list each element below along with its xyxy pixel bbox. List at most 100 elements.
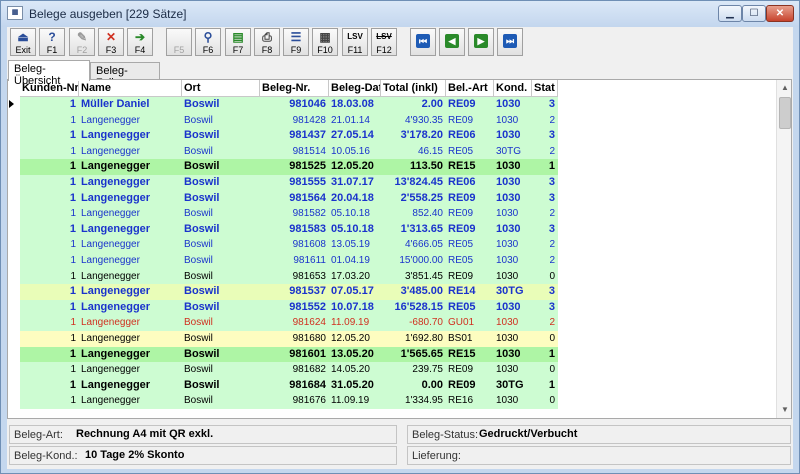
cell-bel-art: RE14: [448, 285, 476, 298]
cell-kunden-nr: 1: [70, 364, 76, 376]
toolbar-button-f6[interactable]: ⚲ F6: [195, 28, 221, 56]
table-row[interactable]: 1 Langenegger Boswil 981682 14.05.20 239.75 RE…: [8, 362, 568, 378]
table-row[interactable]: 1 Langenegger Boswil 981525 12.05.20 113.50 RE…: [8, 159, 568, 175]
table-row[interactable]: 1 Langenegger Boswil 981583 05.10.18 1'313.65…: [8, 221, 568, 238]
toolbar-button-f4[interactable]: ➔ F4: [127, 28, 153, 56]
scroll-up-icon[interactable]: ▲: [777, 80, 791, 96]
cell-total-inkl-: 2'558.25: [400, 191, 443, 204]
cell-kunden-nr: 1: [70, 208, 76, 220]
cell-beleg-datum: 12.05.20: [331, 160, 374, 173]
minimize-button[interactable]: ▁: [718, 5, 742, 22]
cell-bel-art: RE15: [448, 347, 476, 360]
toolbar-button-label: F12: [376, 45, 392, 55]
tab-beleg-zeilen[interactable]: Beleg-Zeilen: [90, 62, 160, 89]
cell-ort: Boswil: [184, 129, 220, 142]
cell-beleg-nr-: 981514: [292, 145, 326, 157]
close-button[interactable]: ✕: [766, 5, 794, 22]
cell-beleg-nr-: 981608: [292, 239, 326, 251]
previous-record-button[interactable]: ◀: [439, 28, 465, 56]
app-icon[interactable]: ▦: [7, 6, 23, 20]
column-header-2[interactable]: Ort: [182, 80, 260, 97]
column-header-5[interactable]: Total (inkl): [381, 80, 446, 97]
cell-name: Langenegger: [81, 364, 140, 376]
toolbar-button-label: F2: [76, 45, 88, 55]
cell-kunden-nr: 1: [69, 129, 76, 142]
cell-total-inkl-: 1'313.65: [400, 222, 443, 235]
toolbar-button-f2[interactable]: ✎ F2: [69, 28, 95, 56]
table-row[interactable]: 1 Langenegger Boswil 981653 17.03.20 3'851.45…: [8, 268, 568, 285]
cell-total-inkl-: 4'666.05: [404, 239, 443, 251]
next-record-button[interactable]: ▶: [468, 28, 494, 56]
cell-name: Langenegger: [81, 270, 140, 282]
table-row[interactable]: 1 Langenegger Boswil 981555 31.07.17 13'824.4…: [8, 175, 568, 191]
cell-name: Langenegger: [81, 239, 140, 251]
cell-bel-art: RE16: [448, 395, 474, 407]
cell-total-inkl-: 3'485.00: [400, 285, 443, 298]
cell-kond-: 30TG: [496, 285, 524, 298]
scroll-down-icon[interactable]: ▼: [777, 402, 791, 418]
toolbar-button-exit[interactable]: ⏏ Exit: [10, 28, 36, 56]
cell-name: Langenegger: [81, 114, 140, 126]
table-row[interactable]: 1 Langenegger Boswil 981537 07.05.17 3'485.00…: [8, 284, 568, 300]
toolbar-button-f11[interactable]: LSV F11: [342, 28, 368, 56]
table-row[interactable]: 1 Langenegger Boswil 981437 27.05.14 3'178.20…: [8, 128, 568, 144]
beleg-grid[interactable]: Kunden-NrNameOrtBeleg-Nr.Beleg-DatumTota…: [7, 79, 792, 419]
toolbar-button-f7[interactable]: ▤ F7: [225, 28, 251, 56]
blank-icon: [167, 29, 191, 45]
tab-beleg-uebersicht[interactable]: Beleg-Übersicht: [8, 60, 90, 87]
cell-name: Langenegger: [81, 378, 151, 391]
table-row[interactable]: 1 Langenegger Boswil 981564 20.04.18 2'558.25…: [8, 190, 568, 207]
table-row[interactable]: 1 Langenegger Boswil 981624 11.09.19 -680.70 G…: [8, 315, 568, 331]
cell-kunden-nr: 1: [70, 239, 76, 251]
toolbar-button-f1[interactable]: ? F1: [39, 28, 65, 56]
previous-icon: ◀: [445, 34, 459, 48]
column-header-1[interactable]: Name: [79, 80, 182, 97]
title-bar[interactable]: ▦ Belege ausgeben [229 Sätze] ▁ ☐ ✕: [1, 1, 799, 27]
table-row[interactable]: 1 Langenegger Boswil 981676 11.09.19 1'334.95…: [8, 393, 568, 409]
toolbar-button-f10[interactable]: ▦ F10: [312, 28, 338, 56]
table-row[interactable]: 1 Langenegger Boswil 981611 01.04.19 15'000.0…: [8, 253, 568, 269]
toolbar-button-f3[interactable]: ✕ F3: [98, 28, 124, 56]
last-record-button[interactable]: ⏭: [497, 28, 523, 56]
cell-kond-: 1030: [496, 176, 521, 188]
table-row[interactable]: 1 Müller Daniel Boswil 981046 18.03.08 2.00 RE…: [8, 97, 568, 113]
cell-beleg-datum: 14.05.20: [331, 364, 370, 376]
column-header-3[interactable]: Beleg-Nr.: [260, 80, 329, 97]
table-row[interactable]: 1 Langenegger Boswil 981680 12.05.20 1'692.80…: [8, 331, 568, 347]
column-header-6[interactable]: Bel.-Art: [446, 80, 494, 97]
cell-bel-art: GU01: [448, 317, 475, 329]
toolbar-button-f12[interactable]: LSV F12: [371, 28, 397, 56]
cell-total-inkl-: 1'692.80: [404, 333, 443, 344]
scroll-thumb[interactable]: [779, 97, 791, 129]
cell-kond-: 1030: [496, 160, 521, 173]
table-row[interactable]: 1 Langenegger Boswil 981684 31.05.20 0.00 RE09…: [8, 377, 568, 394]
vertical-scrollbar[interactable]: ▲ ▼: [776, 80, 791, 418]
toolbar-button-f8[interactable]: ⎙ F8: [254, 28, 280, 56]
toolbar-button-f5[interactable]: F5: [166, 28, 192, 56]
table-row[interactable]: 1 Langenegger Boswil 981601 13.05.20 1'565.65…: [8, 346, 568, 363]
cell-bel-art: RE09: [448, 98, 476, 110]
cell-bel-art: RE05: [448, 255, 474, 266]
cell-ort: Boswil: [184, 378, 220, 391]
table-row[interactable]: 1 Langenegger Boswil 981552 10.07.18 16'528.1…: [8, 299, 568, 316]
table-row[interactable]: 1 Langenegger Boswil 981582 05.10.18 852.40 RE…: [8, 206, 568, 222]
cell-beleg-nr-: 981682: [292, 364, 326, 376]
first-record-button[interactable]: ⏮: [410, 28, 436, 56]
cell-ort: Boswil: [184, 114, 213, 126]
cell-ort: Boswil: [184, 222, 220, 235]
maximize-button[interactable]: ☐: [742, 5, 766, 22]
toolbar-button-f9[interactable]: ☰ F9: [283, 28, 309, 56]
cell-kunden-nr: 1: [69, 191, 76, 204]
column-header-8[interactable]: Stat: [532, 80, 558, 97]
beleg-kond-value: 10 Tage 2% Skonto: [85, 449, 185, 461]
table-row[interactable]: 1 Langenegger Boswil 981514 10.05.16 46.15 RE0…: [8, 143, 568, 160]
table-row[interactable]: 1 Langenegger Boswil 981608 13.05.19 4'666.05…: [8, 237, 568, 253]
cell-bel-art: BS01: [448, 333, 473, 344]
last-icon: ⏭: [503, 34, 517, 48]
column-header-7[interactable]: Kond.: [494, 80, 532, 97]
table-row[interactable]: 1 Langenegger Boswil 981428 21.01.14 4'930.35…: [8, 112, 568, 129]
column-header-4[interactable]: Beleg-Datum: [329, 80, 381, 97]
cell-total-inkl-: 46.15: [417, 145, 443, 157]
print-list-icon: ▦: [319, 30, 331, 44]
cell-beleg-nr-: 981653: [292, 270, 326, 282]
